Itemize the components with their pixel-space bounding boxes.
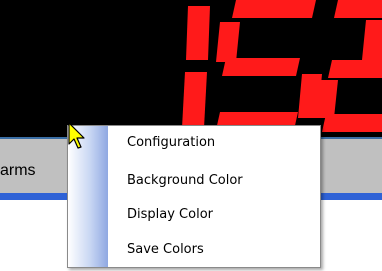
segment xyxy=(216,22,240,62)
menu-item-label: Display Color xyxy=(127,207,213,222)
digit-2 xyxy=(314,0,382,132)
segment xyxy=(334,0,382,18)
segment xyxy=(328,60,382,78)
menu-item-label: Background Color xyxy=(127,173,243,188)
segment xyxy=(322,114,382,132)
menu-item-background-color[interactable]: Background Color xyxy=(108,164,320,198)
segment xyxy=(314,80,338,118)
segment xyxy=(186,6,210,60)
digit-5 xyxy=(216,0,322,130)
context-menu: Configuration Background Color Display C… xyxy=(67,125,321,268)
menu-item-configuration[interactable]: Configuration xyxy=(108,126,320,160)
menu-item-display-color[interactable]: Display Color xyxy=(108,198,320,232)
digit-1 xyxy=(182,6,210,128)
menu-item-label: Save Colors xyxy=(127,242,204,257)
segment xyxy=(232,0,316,18)
segment xyxy=(182,72,207,128)
segment xyxy=(362,20,382,60)
menu-item-label: Configuration xyxy=(127,135,216,150)
segment xyxy=(222,58,300,76)
status-strip-text: arms xyxy=(0,162,36,179)
menu-item-save-colors[interactable]: Save Colors xyxy=(108,233,320,267)
seven-segment-display[interactable] xyxy=(0,0,382,137)
arrow-pointer-icon xyxy=(68,122,85,149)
digits-graphic xyxy=(182,0,382,132)
